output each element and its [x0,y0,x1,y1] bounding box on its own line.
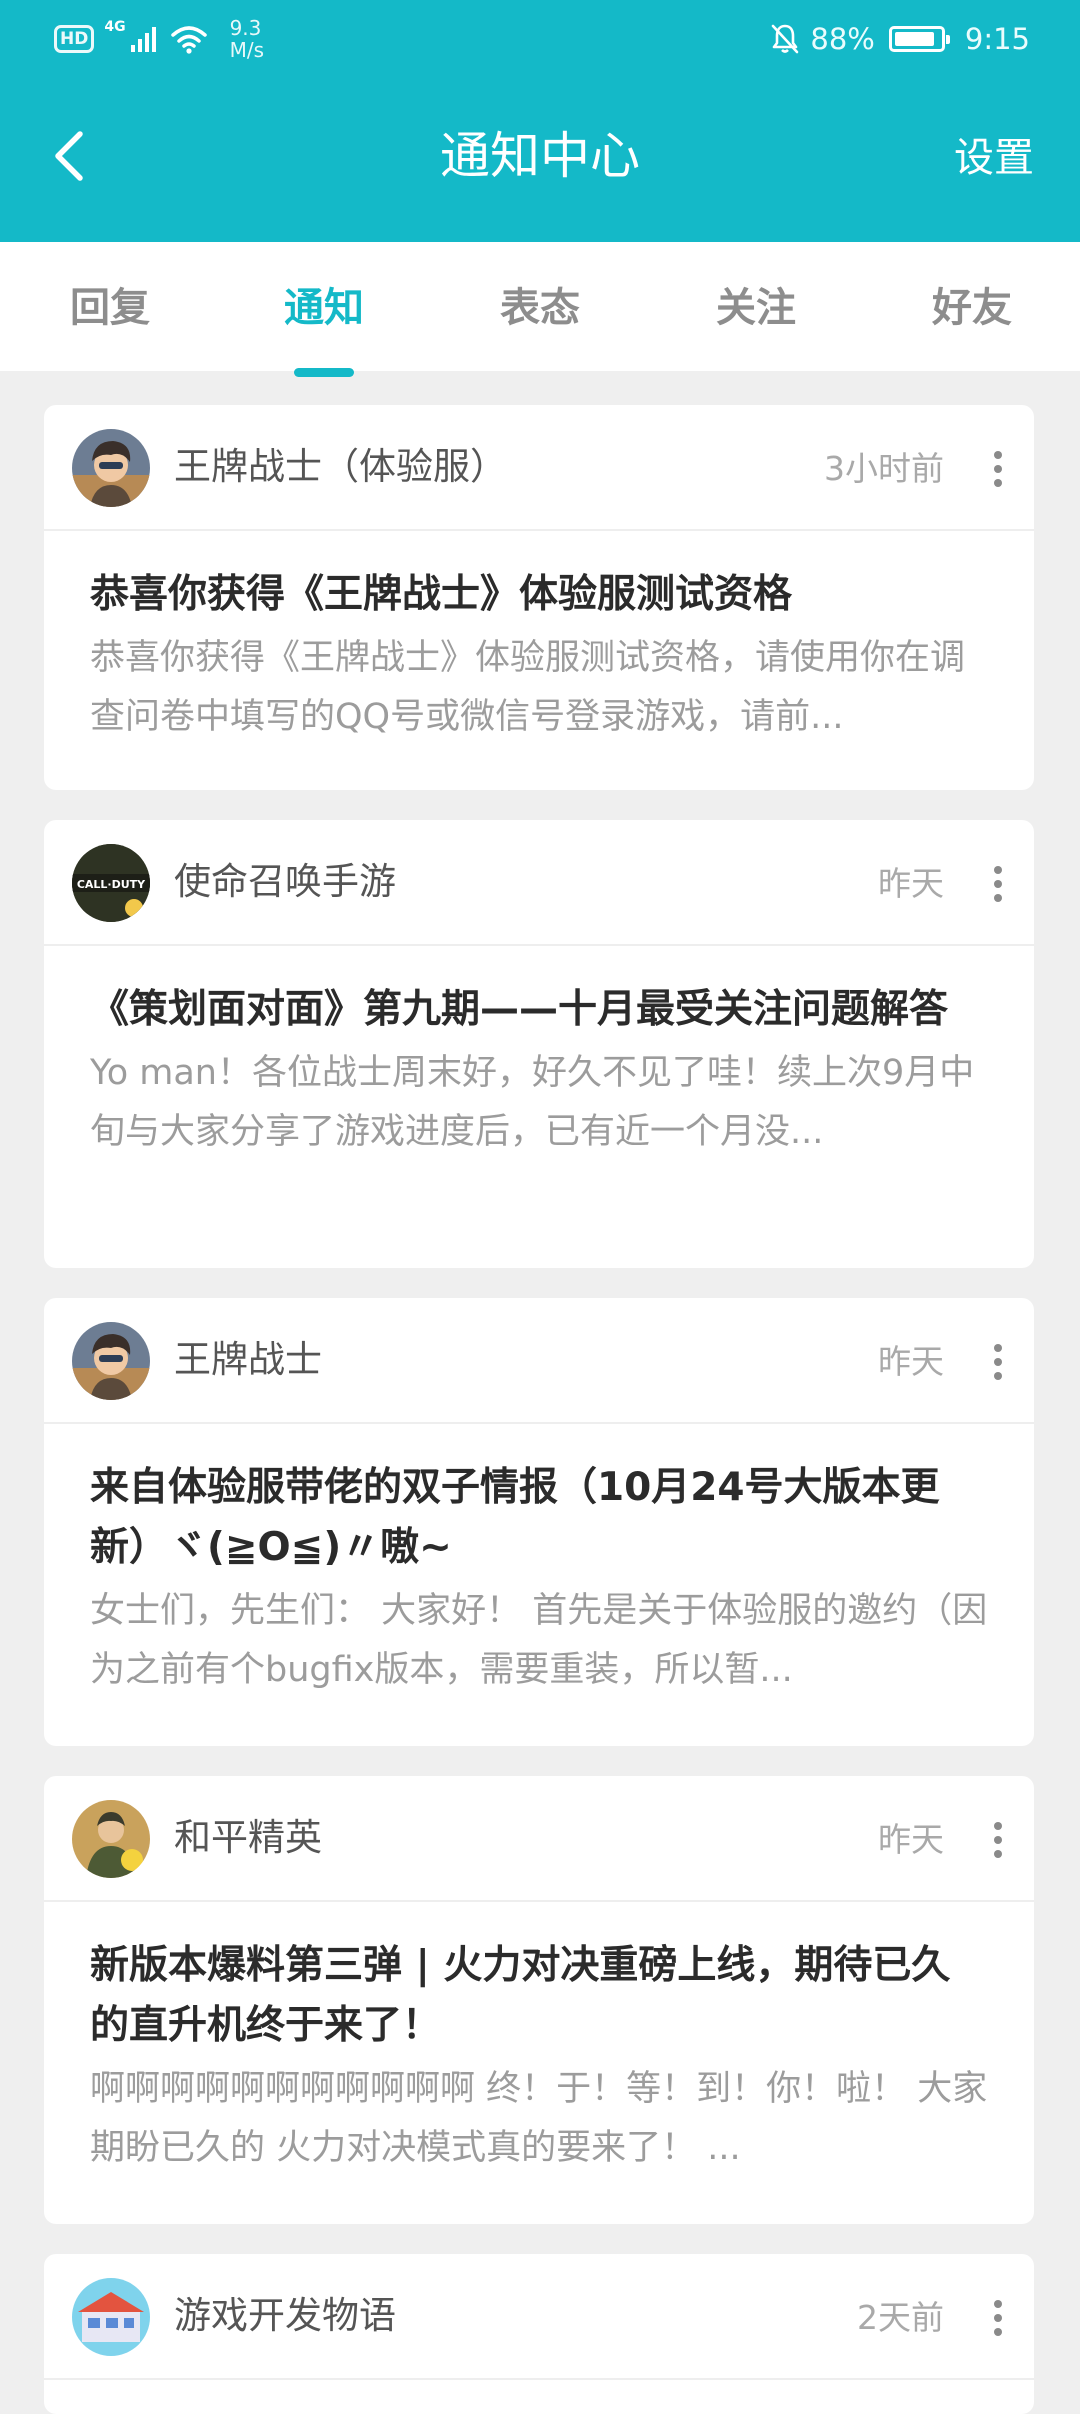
active-tab-indicator [294,368,354,377]
card-content: 《策划面对面》第九期——十月最受关注问题解答 Yo man！各位战士周末好，好久… [90,946,988,1162]
settings-button[interactable]: 设置 [954,133,1034,183]
notification-preview: 啊啊啊啊啊啊啊啊啊啊啊 终！于！等！到！你！啦！ 大家期盼已久的 火力对决模式真… [90,2069,988,2168]
notification-card[interactable]: 游戏开发物语 2天前 [44,2254,1034,2414]
more-options-icon[interactable] [988,1340,1008,1384]
notification-card[interactable]: 王牌战士 昨天 来自体验服带佬的双子情报（10月24号大版本更新）ヾ(≧O≦)〃… [44,1298,1034,1746]
tab-replies[interactable]: 回复 [2,284,218,332]
hd-voice-badge: HD [54,25,95,53]
notifications-muted-icon [772,24,799,54]
tab-bar: 回复 通知 表态 关注 好友 [0,242,1080,377]
more-options-icon[interactable] [988,2296,1008,2340]
notification-card[interactable]: 和平精英 昨天 新版本爆料第三弹 | 火力对决重磅上线，期待已久的直升机终于来了… [44,1776,1034,2224]
sender-name[interactable]: 王牌战士（体验服） [174,443,507,491]
battery-level-fill [894,32,934,46]
notification-title: 恭喜你获得《王牌战士》体验服测试资格 [90,572,793,617]
notification-preview: 女士们，先生们： 大家好！ 首先是关于体验服的邀约（因为之前有个bugfix版本… [90,1591,988,1690]
card-content: 新版本爆料第三弹 | 火力对决重磅上线，期待已久的直升机终于来了！ 啊啊啊啊啊啊… [90,1902,988,2178]
notification-preview: 恭喜你获得《王牌战士》体验服测试资格，请使用你在调查问卷中填写的QQ号或微信号登… [90,638,966,737]
network-speed-value: 9.3 [229,16,262,40]
sender-name[interactable]: 王牌战士 [174,1336,322,1384]
notification-time: 昨天 [878,864,944,903]
status-bar-right: 88% 9:15 [770,14,1030,64]
status-bar: HD 4G 9.3 M/s 88% 9:15 [0,0,1080,76]
sender-name[interactable]: 使命召唤手游 [174,858,396,906]
battery-percent: 88% [810,22,875,56]
status-bar-left: HD 4G 9.3 M/s [54,14,264,64]
more-options-icon[interactable] [988,447,1008,491]
tab-reactions[interactable]: 表态 [432,284,648,332]
notification-time: 昨天 [878,1342,944,1381]
more-options-icon[interactable] [988,862,1008,906]
card-header: 王牌战士（体验服） 3小时前 [44,405,1034,531]
card-header: CALL·DUTY 使命召唤手游 昨天 [44,820,1034,946]
notification-title: 新版本爆料第三弹 | 火力对决重磅上线，期待已久的直升机终于来了！ [90,1943,951,2048]
notification-time: 3小时前 [824,449,944,488]
app-header-bar: HD 4G 9.3 M/s 88% 9:15 通知中心 设置 [0,0,1080,242]
wifi-icon [170,26,207,54]
call-of-duty-logo-icon[interactable]: CALL·DUTY [72,844,150,922]
network-speed: 9.3 M/s [230,17,264,61]
page-title: 通知中心 [440,127,640,185]
more-options-icon[interactable] [988,1818,1008,1862]
game-dev-story-avatar-icon[interactable] [72,2278,150,2356]
card-content: 来自体验服带佬的双子情报（10月24号大版本更新）ヾ(≧O≦)〃嗷~ 女士们，先… [90,1424,988,1700]
cellular-signal-icon [130,27,156,52]
notification-title: 《策划面对面》第九期——十月最受关注问题解答 [90,987,949,1032]
sender-name[interactable]: 和平精英 [174,1814,322,1862]
card-header: 游戏开发物语 2天前 [44,2254,1034,2380]
tab-friends[interactable]: 好友 [864,284,1080,332]
notification-card[interactable]: 王牌战士（体验服） 3小时前 恭喜你获得《王牌战士》体验服测试资格 恭喜你获得《… [44,405,1034,790]
notification-title: 来自体验服带佬的双子情报（10月24号大版本更新）ヾ(≧O≦)〃嗷~ [90,1465,940,1570]
card-header: 和平精英 昨天 [44,1776,1034,1902]
soldier-avatar-icon[interactable] [72,1322,150,1400]
notification-card[interactable]: CALL·DUTY 使命召唤手游 昨天 《策划面对面》第九期——十月最受关注问题… [44,820,1034,1268]
notification-preview: Yo man！各位战士周末好，好久不见了哇！续上次9月中旬与大家分享了游戏进度后… [90,1053,975,1152]
card-header: 王牌战士 昨天 [44,1298,1034,1424]
call-of-duty-logo-text: CALL·DUTY [77,878,146,891]
battery-icon [888,26,950,52]
clock: 9:15 [964,22,1030,56]
card-content: 恭喜你获得《王牌战士》体验服测试资格 恭喜你获得《王牌战士》体验服测试资格，请使… [90,531,988,747]
sender-name[interactable]: 游戏开发物语 [174,2292,396,2340]
notification-time: 2天前 [857,2298,944,2337]
soldier-avatar-icon[interactable] [72,429,150,507]
network-type-label: 4G [104,19,126,35]
tab-notifications[interactable]: 通知 [216,284,432,332]
peace-elite-avatar-icon[interactable] [72,1800,150,1878]
tab-follows[interactable]: 关注 [648,284,864,332]
title-bar: 通知中心 设置 [0,76,1080,242]
network-speed-unit: M/s [229,38,264,62]
notification-time: 昨天 [878,1820,944,1859]
